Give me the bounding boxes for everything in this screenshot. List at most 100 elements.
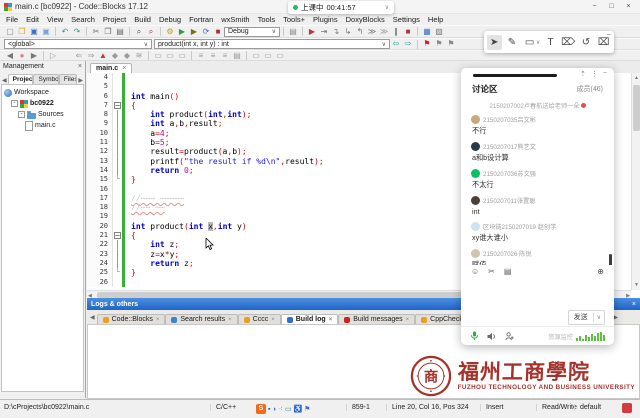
next-line-icon[interactable]: ↴ (330, 27, 342, 37)
resource-monitor-label[interactable]: 资源监控 (548, 332, 573, 341)
wxsmith-item-3-icon[interactable]: ≋ (133, 51, 145, 61)
wxsmith-next-icon[interactable]: ⇒ (85, 51, 97, 61)
wxsmith-item-2-icon[interactable]: ◆ (121, 51, 133, 61)
wxsmith-prev-icon[interactable]: ⇐ (73, 51, 85, 61)
browse-current-icon[interactable]: ● (16, 51, 28, 61)
tray-icon-5[interactable]: ♿ (293, 405, 302, 413)
run-to-cursor-icon[interactable]: ⇥ (318, 27, 330, 37)
screenshot-icon[interactable]: ✂ (488, 267, 495, 276)
menu-help[interactable]: Help (424, 15, 447, 24)
minimize-button[interactable]: − (587, 3, 602, 10)
cut-icon[interactable]: ✂ (90, 27, 102, 37)
tabs-scroll-right-icon[interactable]: ▶ (77, 77, 84, 84)
editor-tab-close-icon[interactable]: × (122, 65, 126, 72)
ime-icon[interactable] (622, 403, 632, 413)
border-middle-icon[interactable]: ≡ (207, 51, 219, 61)
tray-icon-3[interactable]: ⁖ (279, 405, 283, 413)
more-icon[interactable]: ⋮ (591, 70, 598, 78)
tab-symbols[interactable]: Symbols (33, 74, 58, 84)
goto-prev-icon[interactable]: ⇦ (390, 39, 402, 49)
border-all-icon[interactable]: ▤ (231, 51, 243, 61)
menu-file[interactable]: File (2, 15, 22, 24)
size-3-icon[interactable]: ▭ (274, 51, 286, 61)
menu-tools[interactable]: Tools (254, 15, 280, 24)
maximize-button[interactable]: □ (604, 3, 619, 10)
wxsmith-item-1-icon[interactable]: ◆ (109, 51, 121, 61)
menu-build[interactable]: Build (130, 15, 155, 24)
meeting-timer-bar[interactable]: 上课中 00:41:57 ∨ (288, 1, 394, 14)
send-button[interactable]: 发送 ∨ (568, 310, 605, 325)
chat-scroll-thumb[interactable] (609, 254, 612, 265)
tree-item-mainc[interactable]: main.c (2, 120, 83, 131)
workspace-button-icon[interactable]: ▤ (287, 27, 299, 37)
message-list[interactable]: 2150207002卢春航送给老师一朵2150207035吕文彬不行215020… (461, 96, 614, 265)
log-tab-close-icon[interactable]: × (406, 317, 410, 323)
menu-view[interactable]: View (43, 15, 67, 24)
tree-item-sources[interactable]: -Sources (2, 109, 83, 120)
align-center-icon[interactable]: ▭ (164, 51, 176, 61)
save-icon[interactable]: ▣ (28, 27, 40, 37)
more-options-icon[interactable]: ⊕ (597, 267, 604, 276)
size-2-icon[interactable]: ▭ (262, 51, 274, 61)
copy-icon[interactable]: ❐ (102, 27, 114, 37)
save-all-icon[interactable]: ▣ (40, 27, 52, 37)
find-icon[interactable]: ⌕ (133, 27, 145, 37)
emoji-icon[interactable]: ☺ (471, 267, 479, 276)
border-bottom-icon[interactable]: ≡ (219, 51, 231, 61)
log-tab-close-icon[interactable]: × (156, 317, 160, 323)
paste-icon[interactable]: ▤ (114, 27, 126, 37)
tab-files[interactable]: Files (59, 74, 77, 84)
toggle-bookmark-icon[interactable]: ⚑ (421, 39, 433, 49)
microphone-icon[interactable] (470, 331, 479, 341)
menu-debug[interactable]: Debug (155, 15, 185, 24)
log-tab-build-messages[interactable]: Build messages× (338, 314, 415, 324)
replace-icon[interactable]: ⌕ (145, 27, 157, 37)
debugging-windows-icon[interactable]: ▦ (421, 27, 433, 37)
tray-icon-1[interactable]: ▪ (268, 406, 270, 413)
undo-icon[interactable]: ↶ (59, 27, 71, 37)
menu-doxyblocks[interactable]: DoxyBlocks (342, 15, 389, 24)
chevron-down-icon[interactable]: ∨ (536, 39, 540, 46)
build-and-run-icon[interactable]: ▶ (188, 27, 200, 37)
debug-continue-icon[interactable]: ▶ (306, 27, 318, 37)
wxsmith-pointer-icon[interactable]: ▲ (97, 51, 109, 61)
browse-back-icon[interactable]: ◀ (4, 51, 16, 61)
step-out-icon[interactable]: ↰ (354, 27, 366, 37)
share-person-icon[interactable] (505, 332, 514, 341)
menu-edit[interactable]: Edit (22, 15, 43, 24)
menu-fortran[interactable]: Fortran (185, 15, 217, 24)
tree-item-bc0922[interactable]: -bc0922 (2, 98, 83, 109)
next-instruction-icon[interactable]: ≫ (366, 27, 378, 37)
size-1-icon[interactable]: ▭ (250, 51, 262, 61)
chevron-down-icon[interactable]: ∨ (144, 41, 148, 48)
speaker-icon[interactable] (487, 332, 497, 341)
annotation-minimize-icon[interactable]: − (606, 30, 611, 39)
menu-plugins[interactable]: Plugins (309, 15, 342, 24)
chevron-down-icon[interactable]: ∨ (382, 41, 386, 48)
cursor-tool-icon[interactable]: ➤ (487, 35, 502, 50)
pen-tool-icon[interactable]: ✎ (504, 35, 519, 50)
menu-settings[interactable]: Settings (389, 15, 424, 24)
log-tab-close-icon[interactable]: × (329, 317, 333, 323)
text-tool-icon[interactable]: T (543, 35, 558, 50)
chevron-down-icon[interactable]: ∨ (385, 4, 389, 11)
symbol-combo[interactable]: product(int x, int y) : int∨ (154, 39, 390, 49)
menu-search[interactable]: Search (67, 15, 99, 24)
open-file-icon[interactable]: ❐ (16, 27, 28, 37)
log-tab-search-results[interactable]: Search results× (165, 314, 237, 324)
tabs-scroll-left-icon[interactable]: ◀ (1, 77, 8, 84)
incremental-search-icon[interactable]: ▷ (47, 51, 59, 61)
fold-marker[interactable]: − (114, 102, 121, 109)
minimize-icon[interactable]: − (603, 70, 607, 78)
tab-members[interactable]: 成员(46) (577, 84, 603, 94)
tab-projects[interactable]: Projects (8, 74, 34, 84)
tray-icon-2[interactable]: ◗ (272, 406, 276, 413)
break-debugger-icon[interactable]: ∥ (390, 27, 402, 37)
align-right-icon[interactable]: ▭ (176, 51, 188, 61)
sogou-icon[interactable]: S (256, 404, 266, 414)
prev-bookmark-icon[interactable]: ⚑ (433, 39, 445, 49)
align-left-icon[interactable]: ▭ (152, 51, 164, 61)
run-icon[interactable]: ▶ (176, 27, 188, 37)
undo-tool-icon[interactable]: ↺ (578, 35, 593, 50)
close-button[interactable]: × (621, 3, 636, 10)
